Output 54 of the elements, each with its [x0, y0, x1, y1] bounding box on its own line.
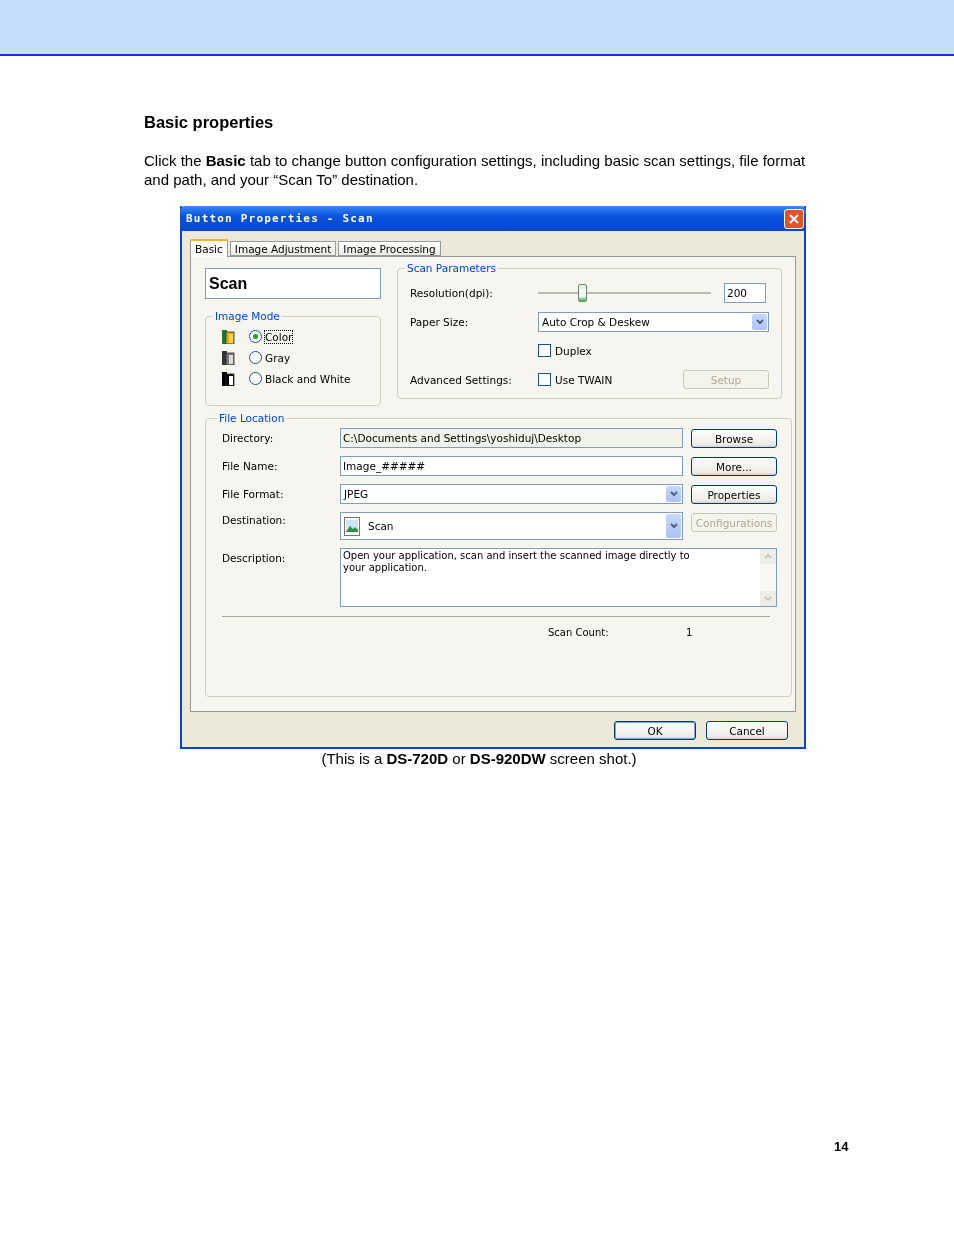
- scrollbar[interactable]: [760, 549, 776, 606]
- field-label: File Format:: [222, 488, 285, 500]
- dialog-button[interactable]: OK: [614, 721, 696, 740]
- scroll-down-icon: [764, 596, 772, 601]
- directory-field[interactable]: C:\Documents and Settings\yoshiduj\Desktop: [340, 428, 683, 448]
- group-label: Image Mode: [214, 310, 281, 322]
- field-label: Destination:: [222, 513, 287, 526]
- scan-count-value: 1: [686, 627, 693, 638]
- field-label: File Name:: [222, 460, 279, 472]
- field-label: Advanced Settings:: [410, 373, 513, 386]
- profile-name-field[interactable]: Scan: [205, 268, 381, 299]
- radio-label: Gray: [265, 351, 291, 364]
- action-button[interactable]: Properties: [691, 485, 777, 504]
- file-name-field[interactable]: Image_#####: [340, 456, 683, 476]
- picture-icon: [344, 516, 360, 536]
- radio-label: Black and White: [265, 372, 351, 385]
- checkbox-label: Use TWAIN: [555, 373, 613, 386]
- dropdown[interactable]: Scan: [340, 512, 683, 540]
- tab[interactable]: Image Processing: [338, 241, 441, 256]
- tab[interactable]: Image Adjustment: [229, 241, 337, 256]
- scroll-up-icon: [764, 554, 772, 559]
- dialog-button[interactable]: Cancel: [706, 721, 788, 740]
- section-heading: Basic properties: [144, 112, 275, 132]
- checkbox[interactable]: [538, 344, 551, 357]
- tab[interactable]: Basic: [190, 239, 228, 257]
- description-field[interactable]: Open your application, scan and insert the scanned image directly to your application.: [340, 548, 777, 607]
- field-label: Directory:: [222, 432, 275, 444]
- image-mode-icon: [222, 350, 235, 365]
- paper-size-dropdown[interactable]: Auto Crop & Deskew: [538, 311, 769, 332]
- window-title: Button Properties - Scan: [186, 212, 374, 225]
- checkbox-label: Duplex: [555, 344, 592, 357]
- action-button[interactable]: More...: [691, 457, 777, 476]
- intro-paragraph: Click the Basic tab to change button configuration settings, including basic scan settings, file format and path, and your “Scan To” destination.: [144, 151, 807, 189]
- field-label: Resolution(dpi):: [410, 286, 494, 299]
- action-button[interactable]: Browse: [691, 429, 777, 448]
- radio-button[interactable]: [249, 351, 262, 364]
- radio-label: Color: [265, 330, 293, 343]
- scan-count-label: Scan Count:: [548, 627, 610, 638]
- image-mode-icon: [222, 329, 235, 344]
- dropdown[interactable]: JPEG: [340, 484, 683, 504]
- checkbox[interactable]: [538, 373, 551, 386]
- group-label: File Location: [218, 412, 286, 424]
- close-icon: [789, 213, 799, 224]
- field-label: Description:: [222, 551, 287, 564]
- radio-button[interactable]: [249, 372, 262, 385]
- page-number: 14: [834, 1139, 849, 1154]
- image-mode-icon: [222, 371, 235, 386]
- field-label: Paper Size:: [410, 315, 470, 328]
- slider-thumb[interactable]: [577, 283, 587, 302]
- radio-button[interactable]: [249, 330, 262, 343]
- figure-caption: (This is a DS-720D or DS-920DW screen shot.): [320, 750, 638, 767]
- group-label: Scan Parameters: [406, 262, 497, 274]
- resolution-field[interactable]: 200: [724, 282, 766, 303]
- close-button[interactable]: [784, 208, 804, 229]
